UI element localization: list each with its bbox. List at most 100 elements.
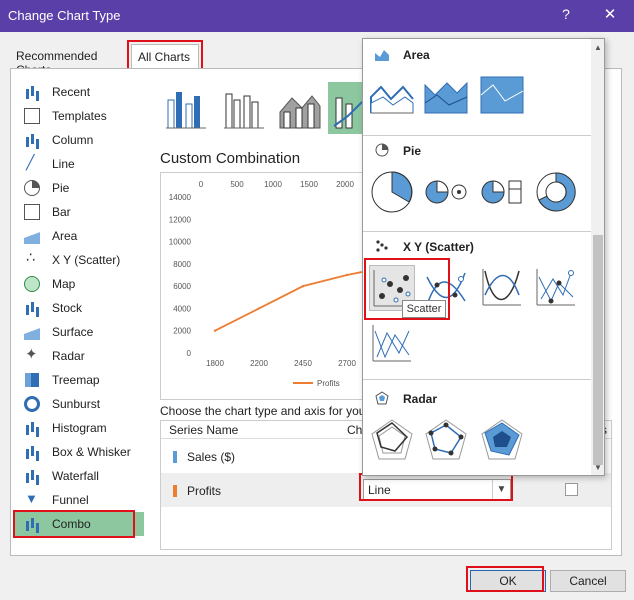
y-tick-label: 8000 [173,260,191,269]
scatter-straight-markers-thumb[interactable] [533,265,579,311]
popup-scrollbar[interactable]: ▲ ▼ [591,39,604,475]
ok-button[interactable]: OK [470,570,546,592]
bar-of-pie-thumb[interactable] [479,169,525,215]
sidebar-item-surface[interactable]: Surface [14,320,144,344]
x-tick-label: 2200 [250,359,268,368]
sidebar-item-funnel[interactable]: Funnel [14,488,144,512]
map-chart-icon [24,276,40,292]
sidebar-item-templates[interactable]: Templates [14,104,144,128]
doughnut-thumb[interactable] [533,169,579,215]
combo-clustered-line-secondary-thumb[interactable] [220,82,268,134]
sidebar-item-label: Area [52,229,78,243]
sidebar-item-label: Sunburst [52,397,101,411]
waterfall-chart-icon [24,468,40,484]
scatter-chart-icon [24,249,40,268]
stacked-area-thumb[interactable] [423,73,469,119]
secondary-axis-checkbox[interactable] [565,483,578,496]
series-row-profits: Profits Line ▼ [161,473,611,507]
radar-thumb[interactable] [369,417,415,463]
section-divider [363,379,591,380]
scatter-section-icon [376,240,388,252]
y-tick-label: 12000 [169,215,192,224]
sidebar-item-recent[interactable]: Recent [14,80,144,104]
pie-of-pie-thumb[interactable] [423,169,469,215]
pie-thumb[interactable] [369,169,415,215]
section-divider [363,231,591,232]
sidebar-item-label: Column [52,133,94,147]
sidebar-item-label: Line [52,157,75,171]
combo-clustered-line-thumb[interactable] [162,82,210,134]
folder-icon [24,108,40,124]
combo-stacked-area-thumb[interactable] [276,82,324,134]
series-swatch [173,485,177,497]
sidebar-item-stock[interactable]: Stock [14,296,144,320]
profits-chart-type-dropdown[interactable]: Line ▼ [363,479,511,500]
tab-all-charts[interactable]: All Charts [131,44,199,68]
sidebar-item-pie[interactable]: Pie [14,176,144,200]
sidebar-item-treemap[interactable]: Treemap [14,368,144,392]
chart-type-dropdown-popup: Area Pie X Y (Scatter) Radar ▲ ▼ [362,38,605,476]
x-tick-label: 1800 [206,359,224,368]
x-tick-label: 2450 [294,359,312,368]
y-tick-label: 14000 [169,193,192,202]
choose-instructions: Choose the chart type and axis for your [160,404,364,418]
sidebar-item-label: Bar [52,205,71,219]
chevron-down-icon[interactable]: ▼ [492,480,510,499]
series-point [301,284,305,288]
sidebar-item-label: Surface [52,325,94,339]
section-label: Area [403,48,430,62]
funnel-chart-icon [24,491,40,508]
section-area: Area [363,43,591,67]
combo-chart-svg: 0 2000 4000 6000 8000 10000 12000 14000 0 500 1000… [169,180,369,388]
sidebar-item-sunburst[interactable]: Sunburst [14,392,144,416]
chevron-down-icon[interactable]: ▼ [591,461,604,475]
area-chart-icon [24,228,40,244]
x-tick-label: 2700 [338,359,356,368]
sidebar-item-label: Funnel [52,493,89,507]
top-axis-tick-label: 2000 [336,180,354,189]
sidebar-item-label: Templates [52,109,107,123]
sidebar-item-line[interactable]: Line [14,152,144,176]
sidebar-item-radar[interactable]: Radar [14,344,144,368]
section-pie: Pie [363,139,591,163]
chart-preview: 0 2000 4000 6000 8000 10000 12000 14000 0 500 1000… [160,172,370,400]
cancel-button[interactable]: Cancel [550,570,626,592]
y-tick-label: 10000 [169,238,192,247]
top-axis-tick-label: 1500 [300,180,318,189]
pie-section-icon [375,143,389,157]
column-chart-icon [24,132,40,148]
custom-combination-heading: Custom Combination [160,150,301,167]
series-point [213,329,217,332]
sidebar-item-waterfall[interactable]: Waterfall [14,464,144,488]
sidebar-item-label: Combo [52,517,91,531]
sidebar-item-column[interactable]: Column [14,128,144,152]
sidebar-item-bar[interactable]: Bar [14,200,144,224]
box-whisker-chart-icon [24,444,40,460]
sidebar-item-combo[interactable]: Combo [14,512,144,536]
sidebar-item-scatter[interactable]: X Y (Scatter) [14,248,144,272]
y-tick-label: 2000 [173,327,191,336]
help-icon[interactable]: ? [556,6,576,26]
100-stacked-area-thumb[interactable] [479,73,525,119]
y-tick-label: 4000 [173,304,191,313]
close-icon[interactable]: ✕ [600,5,620,25]
tab-recommended-charts[interactable]: Recommended Charts [10,44,128,77]
scatter-straight-lines-thumb[interactable] [369,321,415,367]
sidebar-item-area[interactable]: Area [14,224,144,248]
sidebar-item-map[interactable]: Map [14,272,144,296]
section-label: X Y (Scatter) [403,240,474,254]
bar-chart-icon [24,204,40,220]
series-name: Sales ($) [187,450,236,464]
scatter-smooth-lines-thumb[interactable] [479,265,525,311]
chevron-up-icon[interactable]: ▲ [591,41,604,55]
radar-markers-thumb[interactable] [423,417,469,463]
area-thumb[interactable] [369,73,415,119]
sidebar-item-box-whisker[interactable]: Box & Whisker [14,440,144,464]
sidebar-item-histogram[interactable]: Histogram [14,416,144,440]
radar-section-icon [375,391,389,405]
filled-radar-thumb[interactable] [479,417,525,463]
y-tick-label: 0 [187,349,192,358]
sidebar-item-label: Recent [52,85,91,99]
scatter-tooltip: Scatter [402,300,446,318]
scrollbar-thumb[interactable] [593,235,603,465]
